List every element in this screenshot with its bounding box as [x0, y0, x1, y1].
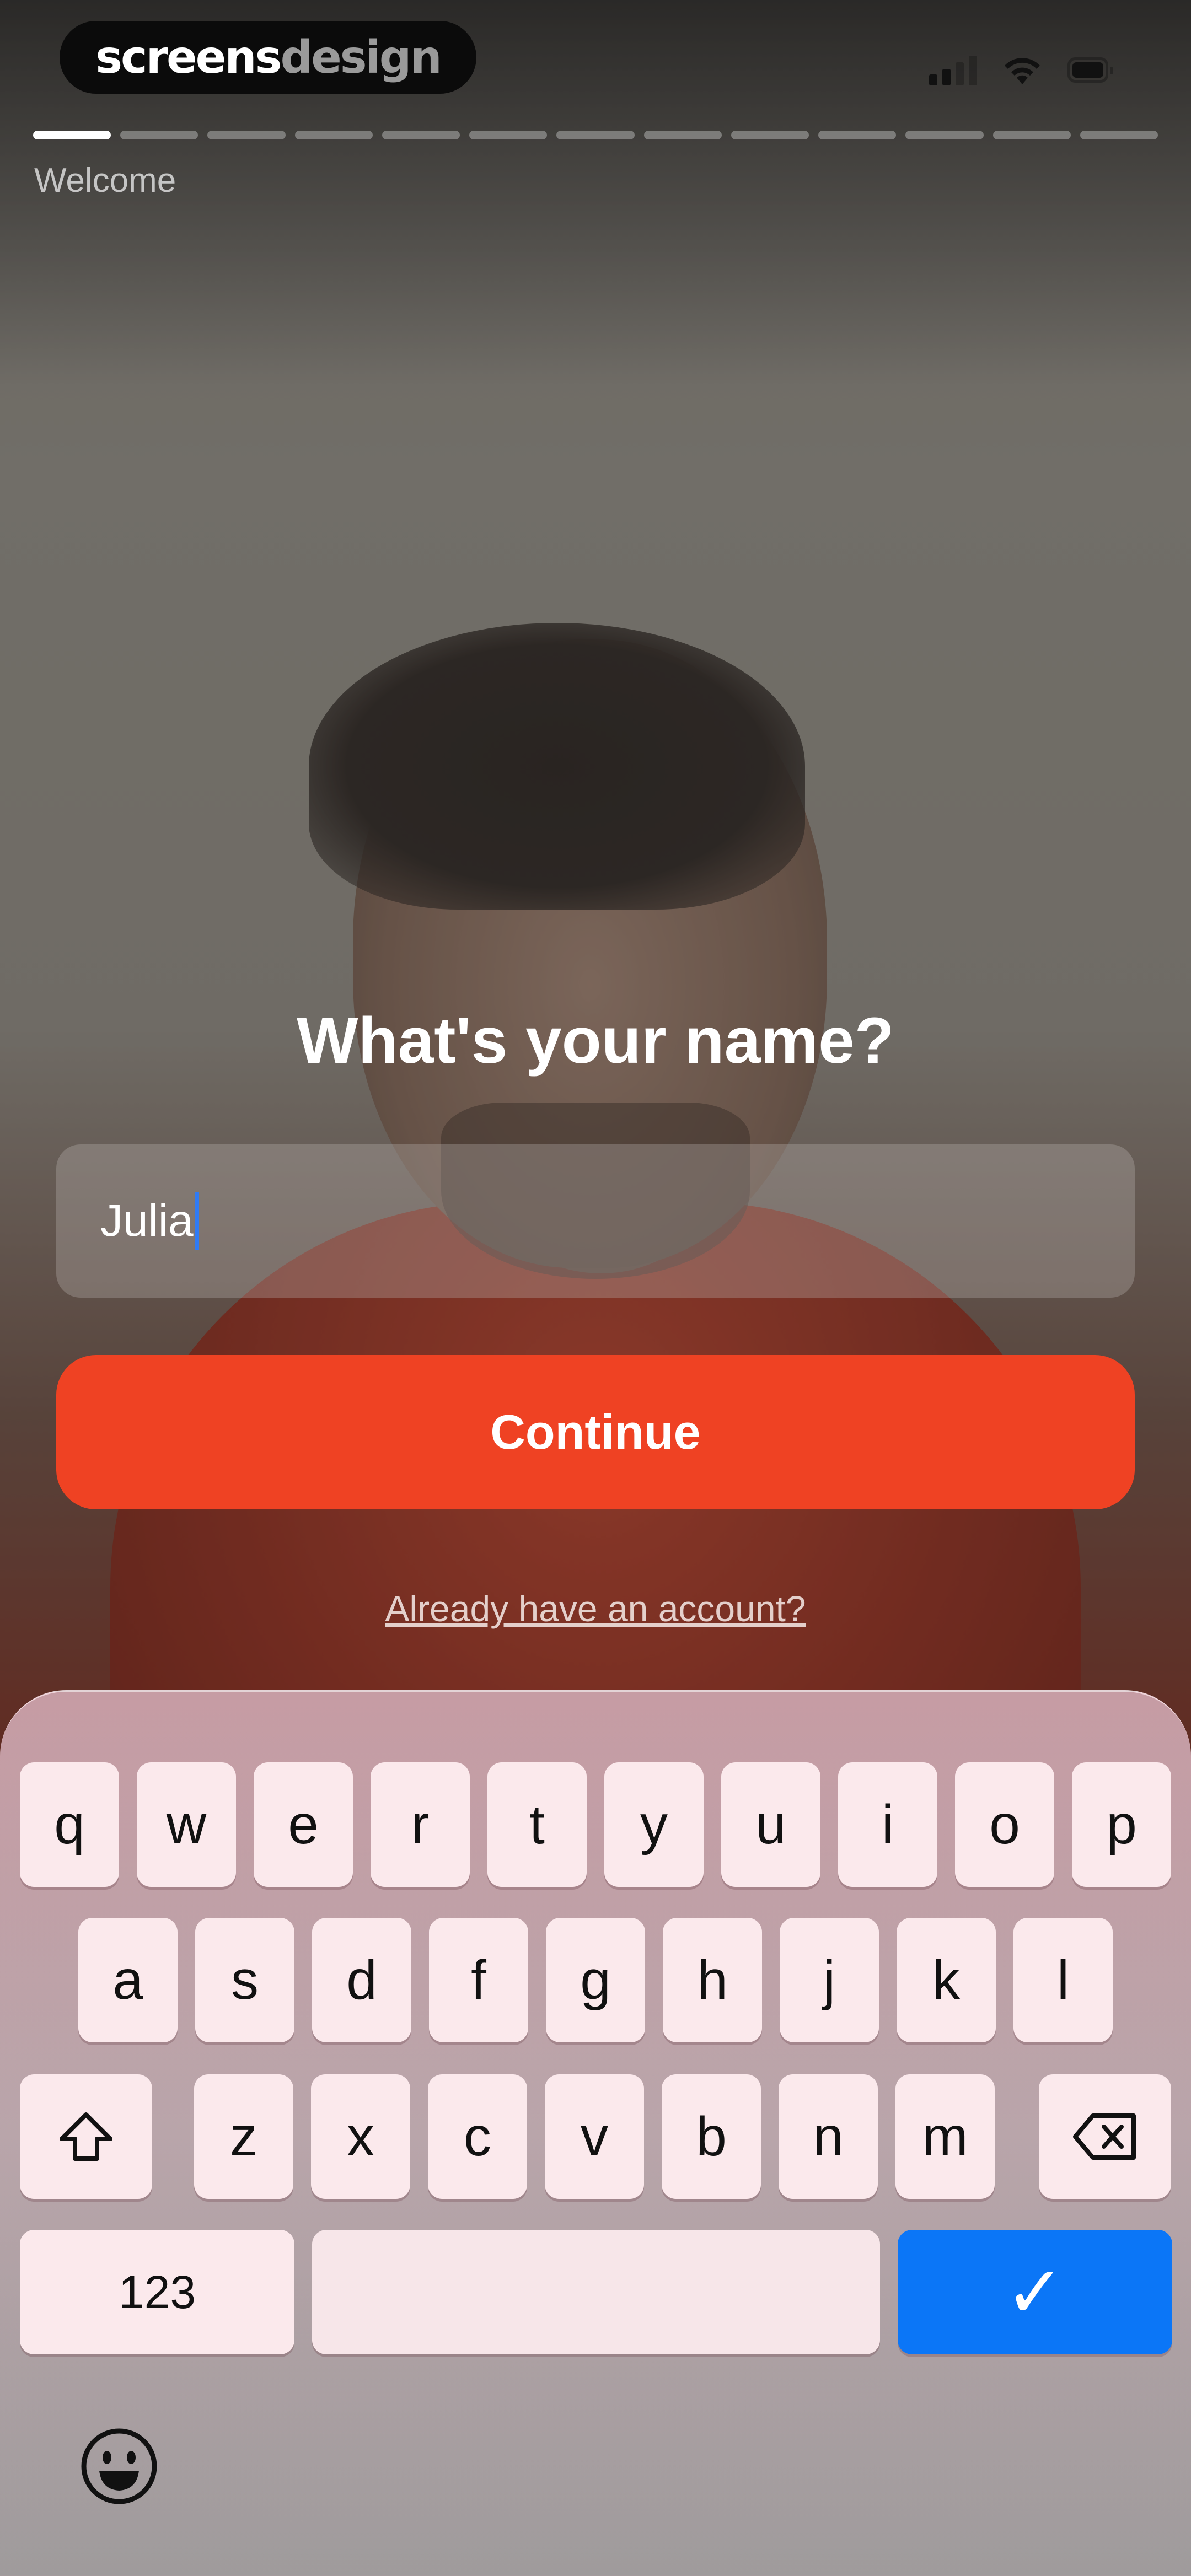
brand-logo-part1: screens: [95, 31, 282, 84]
key-z[interactable]: z: [194, 2074, 293, 2199]
key-t[interactable]: t: [487, 1762, 587, 1887]
shift-key[interactable]: [20, 2074, 152, 2199]
name-input-value: Julia: [100, 1196, 194, 1246]
key-w[interactable]: w: [137, 1762, 236, 1887]
on-screen-keyboard: 123 ✓ qwertyuiop asdfghjkl zxcvbnm: [0, 1690, 1191, 2576]
key-b[interactable]: b: [662, 2074, 761, 2199]
progress-segment: [207, 131, 286, 139]
backspace-icon: [1073, 2113, 1136, 2160]
wifi-icon: [1005, 58, 1040, 84]
brand-logo-part2: design: [280, 31, 442, 84]
signal-icon: [929, 55, 977, 85]
key-p[interactable]: p: [1072, 1762, 1171, 1887]
key-i[interactable]: i: [838, 1762, 937, 1887]
progress-segment: [818, 131, 897, 139]
name-input[interactable]: Julia: [56, 1144, 1135, 1298]
key-r[interactable]: r: [371, 1762, 470, 1887]
key-u[interactable]: u: [721, 1762, 820, 1887]
progress-segment: [33, 131, 111, 139]
backspace-key[interactable]: [1039, 2074, 1171, 2199]
key-m[interactable]: m: [895, 2074, 995, 2199]
key-h[interactable]: h: [663, 1918, 762, 2042]
key-g[interactable]: g: [546, 1918, 645, 2042]
key-j[interactable]: j: [780, 1918, 879, 2042]
key-x[interactable]: x: [311, 2074, 410, 2199]
key-v[interactable]: v: [545, 2074, 644, 2199]
key-k[interactable]: k: [897, 1918, 996, 2042]
key-n[interactable]: n: [779, 2074, 878, 2199]
space-key[interactable]: [312, 2230, 880, 2354]
page-title: What's your name?: [297, 1004, 894, 1077]
key-y[interactable]: y: [604, 1762, 704, 1887]
key-s[interactable]: s: [195, 1918, 294, 2042]
key-d[interactable]: d: [312, 1918, 411, 2042]
progress-segment: [643, 131, 722, 139]
progress-segment: [905, 131, 984, 139]
status-bar: [929, 51, 1113, 89]
shift-icon: [60, 2112, 112, 2161]
key-c[interactable]: c: [428, 2074, 527, 2199]
key-e[interactable]: e: [254, 1762, 353, 1887]
progress-segment: [993, 131, 1071, 139]
step-label: Welcome: [34, 162, 176, 200]
numbers-key[interactable]: 123: [20, 2230, 294, 2354]
text-caret: [194, 1192, 199, 1250]
continue-button[interactable]: Continue: [56, 1355, 1135, 1509]
progress-segment: [1080, 131, 1158, 139]
already-have-account-link[interactable]: Already have an account?: [0, 1588, 1191, 1630]
key-o[interactable]: o: [955, 1762, 1054, 1887]
key-a[interactable]: a: [78, 1918, 178, 2042]
key-q[interactable]: q: [20, 1762, 119, 1887]
key-f[interactable]: f: [429, 1918, 528, 2042]
progress-segment: [556, 131, 635, 139]
brand-logo: screens design: [60, 21, 476, 94]
progress-segment: [382, 131, 460, 139]
progress-segment: [469, 131, 548, 139]
key-l[interactable]: l: [1013, 1918, 1113, 2042]
progress-segment: [294, 131, 373, 139]
confirm-key[interactable]: ✓: [898, 2230, 1172, 2354]
progress-segment: [731, 131, 809, 139]
emoji-icon[interactable]: [78, 2426, 160, 2507]
onboarding-progress: [33, 131, 1158, 139]
progress-segment: [120, 131, 198, 139]
battery-icon: [1067, 57, 1113, 83]
